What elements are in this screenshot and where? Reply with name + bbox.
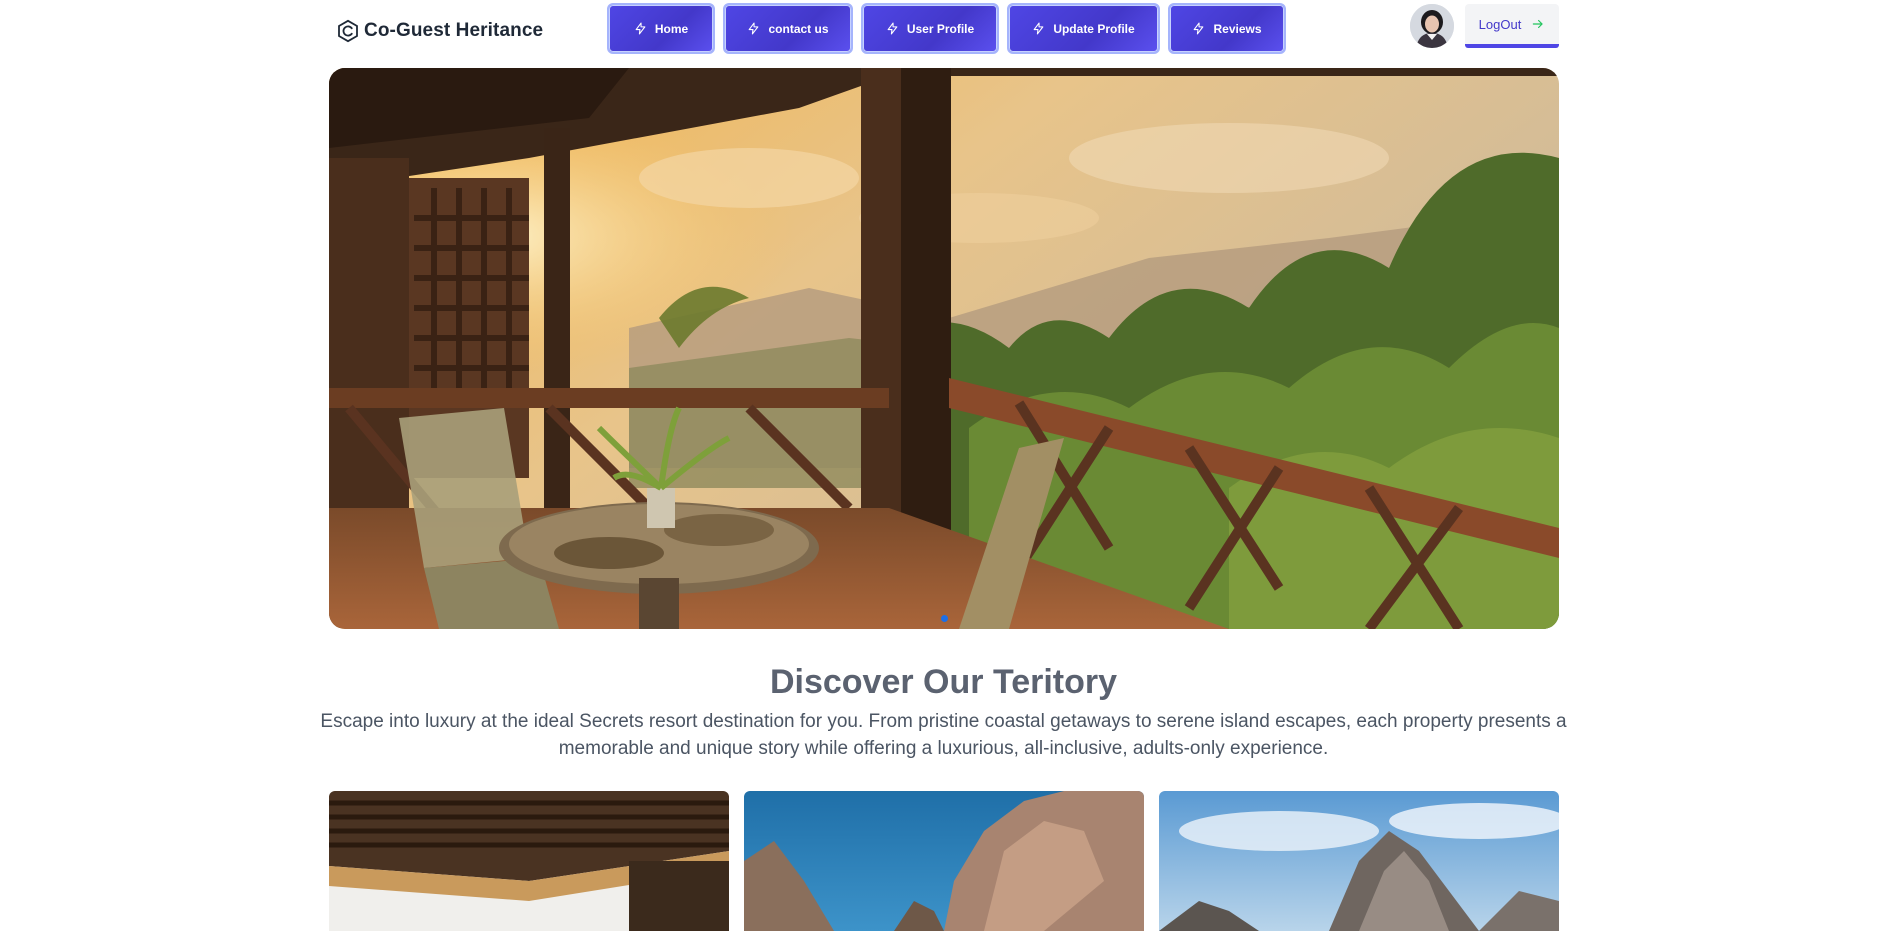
- hero-image: [329, 68, 1559, 629]
- hero-carousel: [329, 68, 1559, 629]
- nav-reviews-button[interactable]: Reviews: [1168, 3, 1286, 54]
- nav-contact-label: contact us: [768, 21, 829, 36]
- nav-update-profile-label: Update Profile: [1053, 21, 1135, 36]
- hexagon-c-logo-icon: [338, 19, 358, 43]
- lightning-bolt-icon: [887, 22, 898, 35]
- territory-card[interactable]: [1159, 791, 1559, 931]
- lightning-bolt-icon: [635, 22, 646, 35]
- card-image: [744, 791, 1144, 931]
- lightning-bolt-icon: [1194, 22, 1204, 35]
- section-description: Escape into luxury at the ideal Secrets …: [320, 711, 1567, 759]
- nav-home-label: Home: [654, 21, 689, 36]
- lightning-bolt-icon: [749, 22, 759, 35]
- nav-contact-button[interactable]: contact us: [723, 3, 853, 54]
- territory-card[interactable]: [744, 791, 1144, 931]
- carousel-indicator-dot[interactable]: [941, 615, 948, 622]
- arrow-right-icon: [1533, 19, 1543, 29]
- nav-reviews-label: Reviews: [1213, 21, 1262, 36]
- nav-user-profile-label: User Profile: [906, 21, 975, 36]
- brand-logo[interactable]: Co-Guest Heritance: [336, 16, 543, 46]
- main-nav: Home contact us User Profile Update Prof…: [607, 3, 1286, 54]
- section-title: Discover Our Teritory: [769, 663, 1118, 701]
- brand-name: Co-Guest Heritance: [364, 20, 544, 41]
- nav-user-profile-button[interactable]: User Profile: [861, 3, 999, 54]
- nav-update-profile-button[interactable]: Update Profile: [1007, 3, 1160, 54]
- lightning-bolt-icon: [1033, 22, 1044, 35]
- user-avatar[interactable]: [1410, 4, 1454, 48]
- card-image: [329, 791, 729, 931]
- territory-card[interactable]: [329, 791, 729, 931]
- logout-label: LogOut: [1478, 16, 1522, 32]
- nav-home-button[interactable]: Home: [607, 3, 715, 54]
- card-image: [1159, 791, 1559, 931]
- logout-button[interactable]: LogOut: [1465, 4, 1559, 48]
